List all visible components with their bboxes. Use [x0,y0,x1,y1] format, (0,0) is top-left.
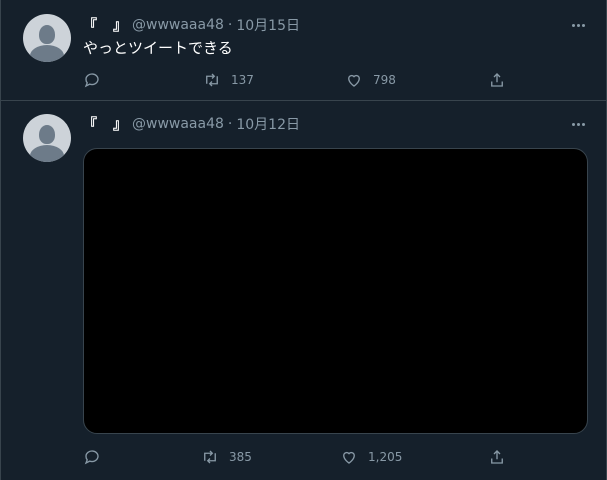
separator-dot: · [227,116,233,132]
like-icon [343,451,355,464]
tweet-actions: 385 1,205 [83,447,513,467]
like-icon [348,74,360,87]
like-count: 1,205 [368,450,403,464]
retweet-button[interactable]: 385 [201,447,252,467]
avatar-head-shape [39,125,55,144]
like-button[interactable]: 798 [345,70,396,90]
more-icon[interactable] [568,116,588,132]
display-name[interactable]: 『 』 [83,114,128,134]
like-count: 798 [373,73,396,87]
reply-button[interactable] [83,447,101,467]
like-button[interactable]: 1,205 [340,447,402,467]
more-icon[interactable] [568,17,588,33]
avatar-body-shape [30,145,64,162]
share-button[interactable] [488,70,506,90]
avatar-body-shape [30,45,64,62]
avatar[interactable] [23,114,71,162]
share-icon [491,73,503,87]
retweet-icon [204,450,216,464]
avatar-head-shape [39,25,55,44]
tweet-actions: 137 798 [83,70,513,90]
reply-icon [84,73,99,88]
reply-icon [84,450,99,465]
retweet-count: 137 [231,73,254,87]
tweet-header: 『 』 @wwwaaa48 · 10月15日 [83,15,300,35]
separator-dot: · [227,17,233,33]
tweet-media[interactable] [83,148,588,434]
reply-button[interactable] [83,70,101,90]
tweet[interactable]: 『 』 @wwwaaa48 · 10月12日 385 1,205 [1,101,606,480]
tweet-date[interactable]: 10月12日 [236,114,300,134]
timeline: 『 』 @wwwaaa48 · 10月15日 やっとツイートできる 137 79… [0,0,607,480]
retweet-count: 385 [229,450,252,464]
display-name[interactable]: 『 』 [83,15,128,35]
user-handle[interactable]: @wwwaaa48 [132,116,224,132]
avatar[interactable] [23,14,71,62]
user-handle[interactable]: @wwwaaa48 [132,17,224,33]
retweet-icon [206,73,218,87]
tweet-header: 『 』 @wwwaaa48 · 10月12日 [83,114,300,134]
tweet-text: やっとツイートできる [83,39,233,57]
tweet[interactable]: 『 』 @wwwaaa48 · 10月15日 やっとツイートできる 137 79… [1,0,606,101]
tweet-date[interactable]: 10月15日 [236,15,300,35]
share-icon [491,450,503,464]
share-button[interactable] [488,447,506,467]
retweet-button[interactable]: 137 [203,70,254,90]
